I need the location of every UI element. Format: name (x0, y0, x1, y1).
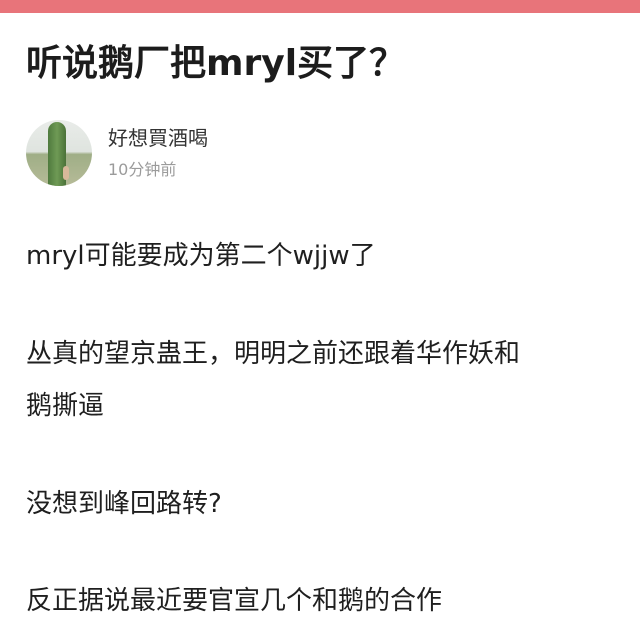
post-title: 听说鹅厂把mryl买了？ (26, 43, 406, 84)
post-paragraph: 反正据说最近要官宣几个和鹅的合作 (26, 586, 443, 616)
author-info[interactable]: 好想買酒喝 10分钟前 (26, 120, 208, 186)
post-paragraph: 丛真的望京蛊王，明明之前还跟着华作妖和 (26, 339, 521, 369)
post-paragraph: 鹅撕逼 (26, 391, 105, 421)
avatar-figure-image (63, 166, 69, 180)
author-meta: 好想買酒喝 10分钟前 (108, 124, 208, 182)
post-paragraph: mryl可能要成为第二个wjjw了 (26, 241, 376, 271)
author-name[interactable]: 好想買酒喝 (108, 124, 208, 152)
avatar[interactable] (26, 120, 92, 186)
post-paragraph: 没想到峰回路转? (26, 489, 222, 519)
post-time: 10分钟前 (108, 160, 177, 179)
top-accent-bar (0, 0, 640, 13)
